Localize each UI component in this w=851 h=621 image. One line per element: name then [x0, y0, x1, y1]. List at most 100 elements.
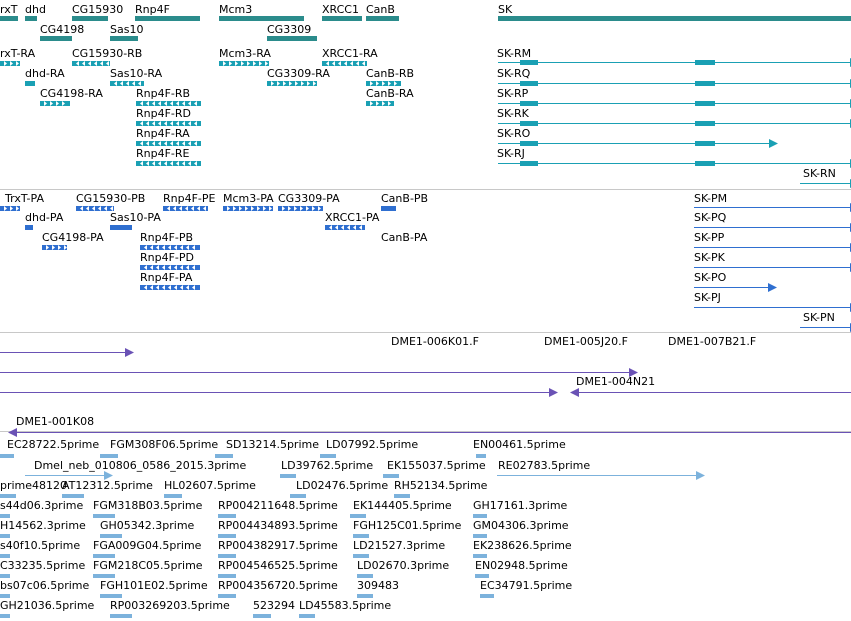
protein-label[interactable]: SK-PO	[694, 271, 726, 284]
mrna-label[interactable]: SK-RO	[497, 127, 530, 140]
gene-feature[interactable]	[40, 36, 72, 41]
est-feature[interactable]	[218, 514, 236, 518]
est-label[interactable]: RP004546525.5prime	[218, 559, 338, 572]
mrna-feature[interactable]	[695, 141, 715, 146]
mrna-label[interactable]: Mcm3-RA	[219, 47, 271, 60]
gene-label[interactable]: CG4198	[40, 23, 84, 36]
est-feature[interactable]	[357, 594, 373, 598]
est-label[interactable]: EC34791.5prime	[480, 579, 572, 592]
est-label[interactable]: FGM308F06.5prime	[110, 438, 218, 451]
est-feature[interactable]	[93, 514, 115, 518]
est-feature[interactable]	[357, 574, 373, 578]
mrna-label[interactable]: CanB-RB	[366, 67, 414, 80]
mrna-feature[interactable]	[695, 121, 715, 126]
est-feature[interactable]	[62, 494, 84, 498]
est-feature[interactable]	[93, 574, 115, 578]
est-label[interactable]: RP003269203.5prime	[110, 599, 230, 612]
est-label[interactable]: EK144405.5prime	[353, 499, 452, 512]
protein-feature[interactable]	[25, 225, 33, 230]
clone-label[interactable]: DME1-006K01.F	[391, 335, 479, 348]
est-feature[interactable]	[0, 594, 10, 598]
gene-feature[interactable]	[267, 36, 317, 41]
mrna-label[interactable]: SK-RN	[803, 167, 836, 180]
est-label[interactable]: 309483	[357, 579, 399, 592]
protein-label[interactable]: Mcm3-PA	[223, 192, 274, 205]
est-feature[interactable]	[290, 494, 306, 498]
gene-feature[interactable]	[498, 16, 851, 21]
mrna-feature[interactable]	[695, 161, 715, 166]
gene-label[interactable]: XRCC1	[322, 3, 359, 16]
mrna-feature[interactable]	[366, 81, 401, 86]
mrna-feature[interactable]	[136, 161, 201, 166]
est-label[interactable]: s44d06.3prime	[0, 499, 83, 512]
gene-feature[interactable]	[135, 16, 200, 21]
est-feature[interactable]	[0, 554, 10, 558]
protein-label[interactable]: Rnp4F-PD	[140, 251, 194, 264]
mrna-feature[interactable]	[498, 119, 851, 128]
est-label[interactable]: LD07992.5prime	[326, 438, 418, 451]
est-label[interactable]: EC28722.5prime	[7, 438, 99, 451]
est-label[interactable]: EN02948.5prime	[475, 559, 568, 572]
est-label[interactable]: EK155037.5prime	[387, 459, 486, 472]
mrna-feature[interactable]	[520, 60, 538, 65]
protein-feature[interactable]	[381, 206, 396, 211]
clone-feature[interactable]	[0, 348, 134, 357]
est-feature[interactable]	[100, 534, 122, 538]
mrna-feature[interactable]	[322, 61, 367, 66]
gene-feature[interactable]	[366, 16, 399, 21]
est-label[interactable]: GH05342.3prime	[100, 519, 194, 532]
mrna-feature[interactable]	[498, 79, 851, 88]
est-label[interactable]: EK238626.5prime	[473, 539, 572, 552]
protein-feature[interactable]	[325, 225, 365, 230]
clone-label[interactable]: DME1-007B21.F	[668, 335, 756, 348]
est-label[interactable]: FGA009G04.5prime	[93, 539, 201, 552]
mrna-label[interactable]: Rnp4F-RB	[136, 87, 190, 100]
gene-feature[interactable]	[0, 16, 18, 21]
est-feature[interactable]	[215, 454, 233, 458]
est-feature[interactable]	[0, 454, 14, 458]
est-feature[interactable]	[218, 554, 236, 558]
est-feature[interactable]	[253, 614, 271, 618]
mrna-label[interactable]: dhd-RA	[25, 67, 65, 80]
mrna-label[interactable]: XRCC1-RA	[322, 47, 378, 60]
est-feature[interactable]	[0, 614, 10, 618]
clone-label[interactable]: DME1-005J20.F	[544, 335, 628, 348]
mrna-feature[interactable]	[136, 141, 201, 146]
est-feature[interactable]	[93, 554, 115, 558]
est-label[interactable]: RP004356720.5prime	[218, 579, 338, 592]
protein-feature[interactable]	[278, 206, 323, 211]
protein-label[interactable]: SK-PN	[803, 311, 835, 324]
mrna-feature[interactable]	[25, 81, 35, 86]
protein-label[interactable]: SK-PQ	[694, 211, 726, 224]
protein-label[interactable]: CanB-PB	[381, 192, 428, 205]
est-feature[interactable]	[476, 454, 486, 458]
est-label[interactable]: Dmel_neb_010806_0586_2015.3prime	[34, 459, 246, 472]
est-label[interactable]: RE02783.5prime	[498, 459, 590, 472]
protein-feature[interactable]	[223, 206, 273, 211]
est-feature[interactable]	[473, 554, 487, 558]
mrna-label[interactable]: Rnp4F-RA	[136, 127, 190, 140]
mrna-label[interactable]: rxT-RA	[0, 47, 35, 60]
est-feature[interactable]	[100, 454, 118, 458]
mrna-feature[interactable]	[800, 179, 851, 188]
est-feature[interactable]	[0, 574, 10, 578]
est-label[interactable]: 523294	[253, 599, 295, 612]
est-label[interactable]: bs07c06.5prime	[0, 579, 89, 592]
mrna-feature[interactable]	[110, 81, 144, 86]
gene-label[interactable]: SK	[498, 3, 512, 16]
protein-feature[interactable]	[140, 285, 200, 290]
gene-feature[interactable]	[25, 16, 37, 21]
est-label[interactable]: RP004382917.5prime	[218, 539, 338, 552]
mrna-feature[interactable]	[40, 101, 70, 106]
mrna-label[interactable]: SK-RM	[497, 47, 531, 60]
protein-label[interactable]: SK-PM	[694, 192, 727, 205]
est-feature[interactable]	[473, 514, 487, 518]
clone-label[interactable]: DME1-004N21	[576, 375, 655, 388]
mrna-label[interactable]: CG4198-RA	[40, 87, 103, 100]
mrna-feature[interactable]	[520, 81, 538, 86]
clone-label[interactable]: DME1-001K08	[16, 415, 94, 428]
gene-label[interactable]: CG3309	[267, 23, 311, 36]
protein-label[interactable]: Sas10-PA	[110, 211, 161, 224]
gene-label[interactable]: rxT	[0, 3, 17, 16]
est-feature[interactable]	[383, 474, 399, 478]
